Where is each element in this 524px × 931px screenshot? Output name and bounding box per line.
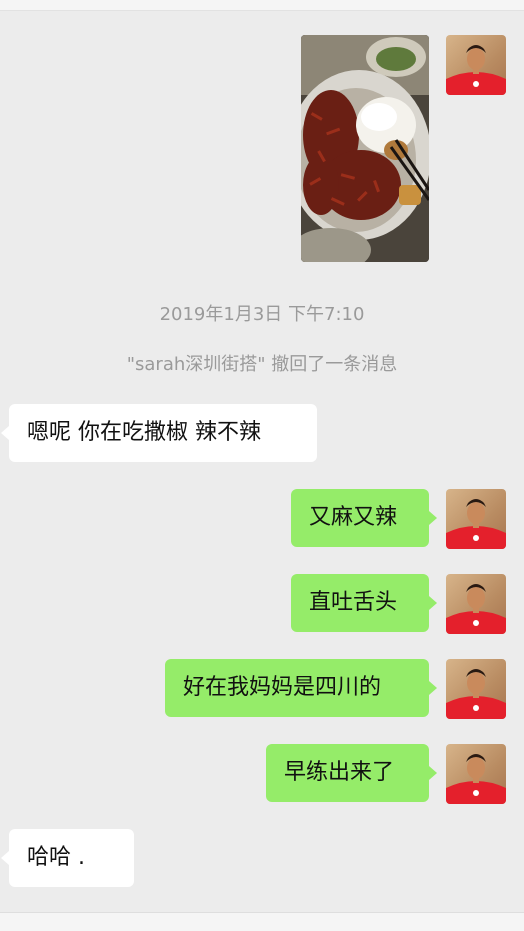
avatar[interactable] bbox=[446, 744, 506, 804]
recall-notice: "sarah深圳街搭" 撤回了一条消息 bbox=[126, 354, 398, 375]
avatar[interactable] bbox=[446, 659, 506, 719]
message-text: 又麻又辣 bbox=[309, 505, 398, 530]
food-photo-message[interactable] bbox=[301, 35, 429, 262]
message-sent[interactable]: 又麻又辣 bbox=[291, 489, 437, 547]
message-text: 早练出来了 bbox=[284, 760, 395, 785]
message-text: 嗯呢 你在吃撒椒 辣不辣 bbox=[27, 420, 261, 445]
timestamp: 2019年1月3日 下午7:10 bbox=[159, 304, 365, 325]
avatar[interactable] bbox=[446, 35, 506, 95]
message-text: 好在我妈妈是四川的 bbox=[183, 675, 382, 700]
top-bar bbox=[0, 0, 524, 11]
message-sent[interactable]: 直吐舌头 bbox=[291, 574, 437, 632]
avatar[interactable] bbox=[446, 574, 506, 634]
message-received[interactable]: 嗯呢 你在吃撒椒 辣不辣 bbox=[1, 404, 317, 462]
message-sent[interactable]: 早练出来了 bbox=[266, 744, 437, 802]
message-received[interactable]: 哈哈 . bbox=[1, 829, 134, 887]
message-text: 直吐舌头 bbox=[309, 590, 398, 615]
message-sent[interactable]: 好在我妈妈是四川的 bbox=[165, 659, 437, 717]
avatar[interactable] bbox=[446, 489, 506, 549]
bottom-bar bbox=[0, 912, 524, 931]
message-text: 哈哈 . bbox=[27, 845, 85, 870]
